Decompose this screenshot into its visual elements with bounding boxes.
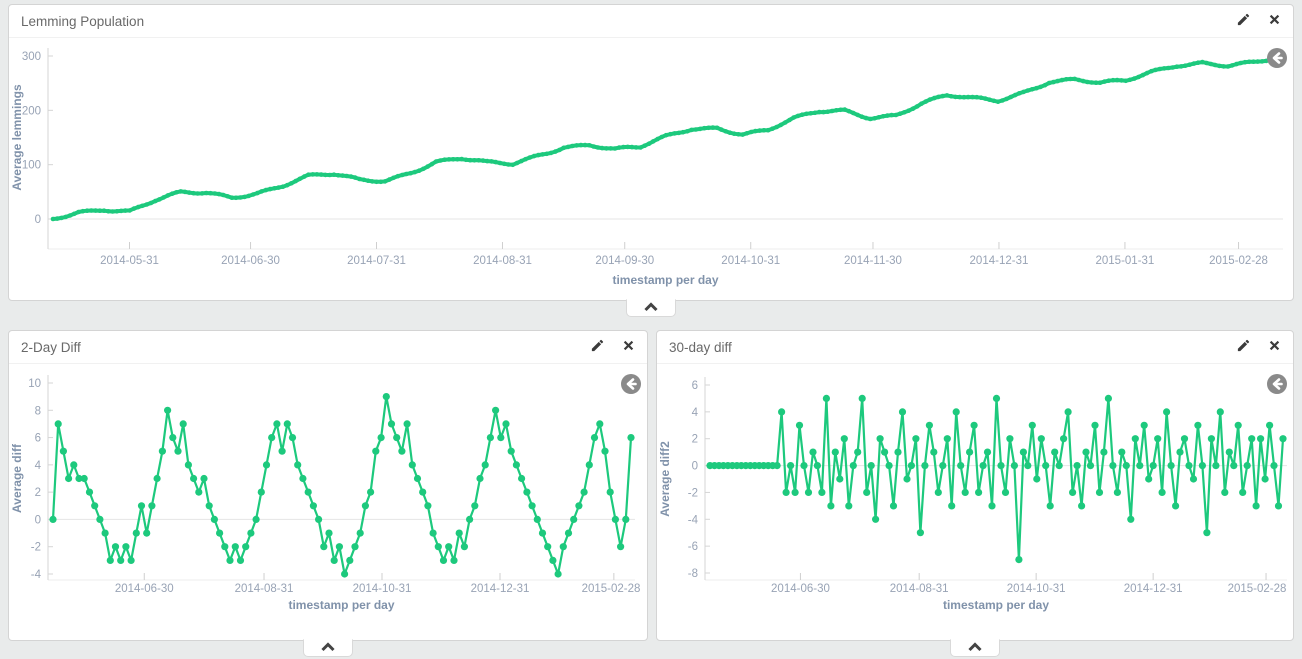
svg-text:2014-09-30: 2014-09-30 — [595, 255, 654, 267]
svg-text:2014-08-31: 2014-08-31 — [235, 583, 294, 595]
collapse-panel-button[interactable] — [303, 639, 353, 657]
svg-text:timestamp per day: timestamp per day — [943, 598, 1049, 612]
dashboard: Lemming Population 01002003002014-05-312… — [0, 0, 1302, 641]
pencil-icon — [1236, 12, 1251, 30]
svg-text:4: 4 — [35, 460, 42, 472]
svg-text:2014-08-31: 2014-08-31 — [473, 255, 532, 267]
edit-panel-button[interactable] — [1236, 12, 1251, 30]
panel-actions — [1236, 12, 1281, 30]
svg-text:0: 0 — [35, 514, 41, 526]
svg-text:6: 6 — [692, 380, 698, 392]
svg-text:2014-12-31: 2014-12-31 — [970, 255, 1029, 267]
bottom-row: 2-Day Diff -4 -2 0 2 4 6 8 10 2014-06-30 2 0 — [8, 330, 1294, 641]
circle-left-arrow-icon — [1266, 383, 1288, 398]
svg-text:-6: -6 — [688, 541, 698, 553]
remove-panel-button[interactable] — [1268, 13, 1281, 29]
collapse-panel-button[interactable] — [950, 639, 1000, 657]
panel-title: Lemming Population — [21, 14, 144, 29]
svg-text:2014-07-31: 2014-07-31 — [347, 255, 406, 267]
panel-body: -8 -6 -4 -2 0 2 4 6 2014-06-30 2014-08-31 2014-10-… — [657, 364, 1293, 640]
panel-header: 2-Day Diff — [9, 331, 647, 364]
svg-text:2014-06-30: 2014-06-30 — [115, 583, 174, 595]
zoom-out-button[interactable] — [620, 373, 642, 395]
svg-text:2014-05-31: 2014-05-31 — [100, 255, 159, 267]
x-icon — [1268, 13, 1281, 29]
svg-text:200: 200 — [22, 105, 41, 117]
svg-text:-2: -2 — [31, 542, 41, 554]
two-day-diff-chart[interactable]: -4 -2 0 2 4 6 8 10 2014-06-30 2014-08-31 2014-10-3… — [9, 364, 647, 640]
svg-text:2014-10-31: 2014-10-31 — [721, 255, 780, 267]
remove-panel-button[interactable] — [1268, 339, 1281, 355]
panel-title: 30-day diff — [669, 340, 732, 355]
svg-text:6: 6 — [35, 433, 41, 445]
thirty-day-diff-chart[interactable]: -8 -6 -4 -2 0 2 4 6 2014-06-30 2014-08-31 2014-10-… — [657, 364, 1293, 640]
panel-30-day-diff: 30-day diff -8 -6 -4 -2 0 2 4 6 2014-06-30 — [656, 330, 1294, 641]
svg-text:2014-08-31: 2014-08-31 — [890, 583, 949, 595]
svg-text:Average lemmings: Average lemmings — [10, 84, 24, 191]
svg-text:10: 10 — [28, 378, 41, 390]
svg-text:2014-06-30: 2014-06-30 — [771, 583, 830, 595]
panel-actions — [1236, 338, 1281, 356]
panel-actions — [590, 338, 635, 356]
chevron-up-icon — [643, 299, 659, 317]
svg-text:300: 300 — [22, 51, 41, 63]
svg-text:2014-12-31: 2014-12-31 — [1124, 583, 1183, 595]
remove-panel-button[interactable] — [622, 339, 635, 355]
svg-text:2014-12-31: 2014-12-31 — [471, 583, 530, 595]
pencil-icon — [590, 338, 605, 356]
zoom-out-button[interactable] — [1266, 373, 1288, 395]
x-icon — [622, 339, 635, 355]
svg-text:2015-02-28: 2015-02-28 — [582, 583, 641, 595]
edit-panel-button[interactable] — [590, 338, 605, 356]
svg-text:100: 100 — [22, 160, 41, 172]
circle-left-arrow-icon — [1266, 57, 1288, 72]
svg-text:0: 0 — [692, 461, 698, 473]
panel-title: 2-Day Diff — [21, 340, 81, 355]
svg-text:Average diff2: Average diff2 — [658, 441, 672, 517]
svg-text:-2: -2 — [688, 487, 698, 499]
x-icon — [1268, 339, 1281, 355]
svg-text:2015-02-28: 2015-02-28 — [1209, 255, 1268, 267]
svg-text:0: 0 — [35, 214, 41, 226]
svg-text:timestamp per day: timestamp per day — [288, 598, 394, 612]
panel-header: 30-day diff — [657, 331, 1293, 364]
svg-text:2014-10-31: 2014-10-31 — [353, 583, 412, 595]
svg-text:Average diff: Average diff — [10, 443, 24, 513]
svg-text:-8: -8 — [688, 568, 698, 580]
svg-text:2014-10-31: 2014-10-31 — [1007, 583, 1066, 595]
collapse-panel-button[interactable] — [626, 299, 676, 317]
zoom-out-button[interactable] — [1266, 47, 1288, 69]
chevron-up-icon — [320, 639, 336, 657]
svg-text:8: 8 — [35, 405, 41, 417]
panel-body: -4 -2 0 2 4 6 8 10 2014-06-30 2014-08-31 2014-10-3… — [9, 364, 647, 640]
panel-lemming-population: Lemming Population 0 100 200 300 2014-05-31 2… — [8, 4, 1294, 301]
svg-text:2: 2 — [692, 434, 698, 446]
svg-text:2015-01-31: 2015-01-31 — [1096, 255, 1155, 267]
lemming-population-chart[interactable]: 0 100 200 300 2014-05-31 2014-06-30 2014-07-31… — [9, 38, 1293, 300]
svg-text:-4: -4 — [688, 514, 699, 526]
chevron-up-icon — [967, 639, 983, 657]
svg-text:-4: -4 — [31, 569, 42, 581]
svg-text:2: 2 — [35, 487, 41, 499]
svg-text:timestamp per day: timestamp per day — [612, 273, 718, 287]
svg-text:2014-06-30: 2014-06-30 — [221, 255, 280, 267]
svg-text:4: 4 — [692, 407, 699, 419]
svg-text:2014-11-30: 2014-11-30 — [844, 255, 902, 267]
circle-left-arrow-icon — [620, 383, 642, 398]
panel-header: Lemming Population — [9, 5, 1293, 38]
panel-2-day-diff: 2-Day Diff -4-202468102014-06-3020 — [8, 330, 648, 641]
svg-text:2015-02-28: 2015-02-28 — [1228, 583, 1287, 595]
panel-body: 0 100 200 300 2014-05-31 2014-06-30 2014-07-31… — [9, 38, 1293, 300]
pencil-icon — [1236, 338, 1251, 356]
edit-panel-button[interactable] — [1236, 338, 1251, 356]
